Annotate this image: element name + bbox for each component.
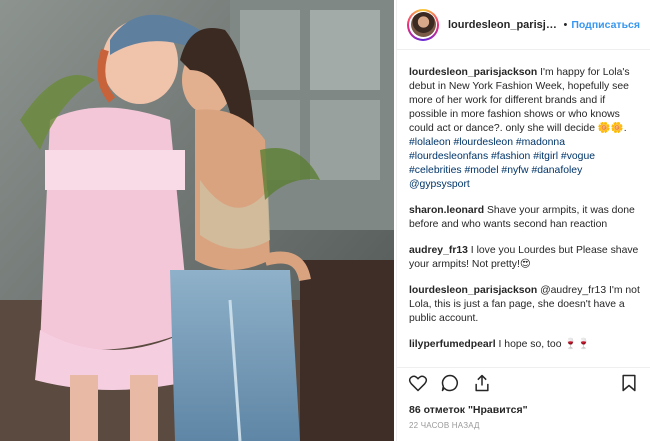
follow-button[interactable]: Подписаться — [571, 19, 640, 31]
comment-item: lourdesleon_parisjackson @audrey_fr13 I'… — [409, 284, 640, 326]
bookmark-icon — [622, 374, 636, 391]
caption: lourdesleon_parisjackson I'm happy for L… — [409, 66, 640, 192]
comment-text: I hope so, too 🍷🍷 — [495, 339, 591, 350]
post-header: lourdesleon_parisjac... • Подписаться — [397, 0, 650, 50]
caption-hashtags[interactable]: #lolaleon #lourdesleon #madonna #lourdes… — [409, 137, 595, 190]
comment-item: audrey_fr13 I love you Lourdes but Pleas… — [409, 244, 640, 272]
save-button[interactable] — [618, 372, 640, 394]
post-photo[interactable] — [0, 0, 394, 441]
share-button[interactable] — [471, 372, 493, 394]
header-username[interactable]: lourdesleon_parisjac... — [448, 19, 559, 31]
comment-item: lilyperfumedpearl I hope so, too 🍷🍷 — [409, 338, 640, 352]
like-button[interactable] — [407, 372, 429, 394]
comment-item: sharon.leonard Shave your armpits, it wa… — [409, 204, 640, 232]
avatar[interactable] — [407, 8, 439, 41]
comment-username[interactable]: lilyperfumedpearl — [409, 339, 496, 350]
comment-icon — [441, 374, 458, 391]
share-icon — [475, 374, 489, 391]
comment-button[interactable] — [439, 372, 461, 394]
post-sidebar: lourdesleon_parisjac... • Подписаться lo… — [396, 0, 650, 441]
post-timestamp[interactable]: 22 ЧАСОВ НАЗАД — [409, 421, 480, 430]
comment-username[interactable]: lourdesleon_parisjackson — [409, 67, 537, 78]
likes-count[interactable]: 86 отметок "Нравится" — [409, 404, 528, 416]
avatar-image — [410, 12, 436, 37]
comment-username[interactable]: audrey_fr13 — [409, 245, 468, 256]
comment-username[interactable]: lourdesleon_parisjackson — [409, 285, 537, 296]
comments-list[interactable]: lourdesleon_parisjackson I'm happy for L… — [397, 50, 650, 367]
comment-username[interactable]: sharon.leonard — [409, 205, 484, 216]
header-separator: • — [563, 18, 568, 31]
heart-icon — [408, 374, 428, 391]
action-bar — [397, 367, 650, 397]
